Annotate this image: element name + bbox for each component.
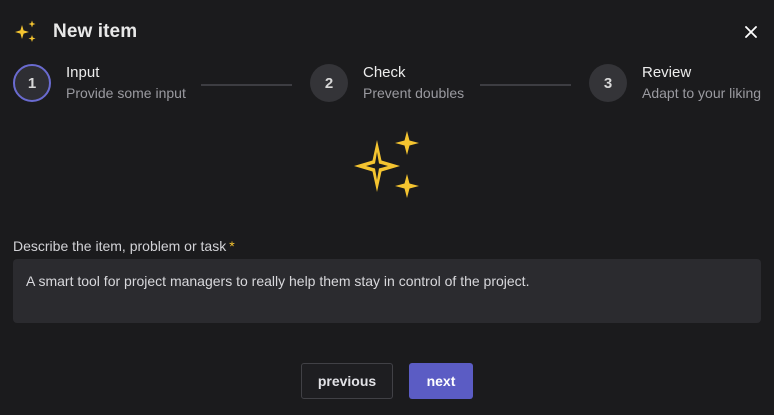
new-item-dialog: New item 1 Input Provide some input 2 Ch… [0, 0, 774, 415]
step-connector [201, 84, 292, 86]
step-input: 1 Input Provide some input [13, 64, 186, 102]
step-number: 3 [589, 64, 627, 102]
step-number: 1 [13, 64, 51, 102]
dialog-header: New item [13, 14, 137, 50]
previous-button[interactable]: previous [301, 363, 393, 399]
step-title: Input [66, 64, 100, 81]
close-icon [745, 26, 757, 38]
step-title: Check [363, 64, 406, 81]
sparkles-icon [353, 130, 423, 200]
step-number: 2 [310, 64, 348, 102]
step-subtitle: Adapt to your liking [642, 85, 762, 101]
step-review: 3 Review Adapt to your liking [589, 64, 761, 102]
step-title: Review [642, 64, 692, 81]
description-label-text: Describe the item, problem or task [13, 238, 227, 254]
description-label: Describe the item, problem or task * [13, 238, 235, 254]
sparkles-icon [13, 19, 39, 45]
dialog-title: New item [53, 21, 138, 42]
close-button[interactable] [740, 21, 762, 43]
required-mark: * [229, 238, 235, 254]
step-check: 2 Check Prevent doubles [310, 64, 464, 102]
description-textarea[interactable]: A smart tool for project managers to rea… [13, 259, 761, 323]
step-connector [480, 84, 571, 86]
step-subtitle: Provide some input [66, 85, 186, 101]
next-button[interactable]: next [409, 363, 473, 399]
step-subtitle: Prevent doubles [363, 85, 465, 101]
